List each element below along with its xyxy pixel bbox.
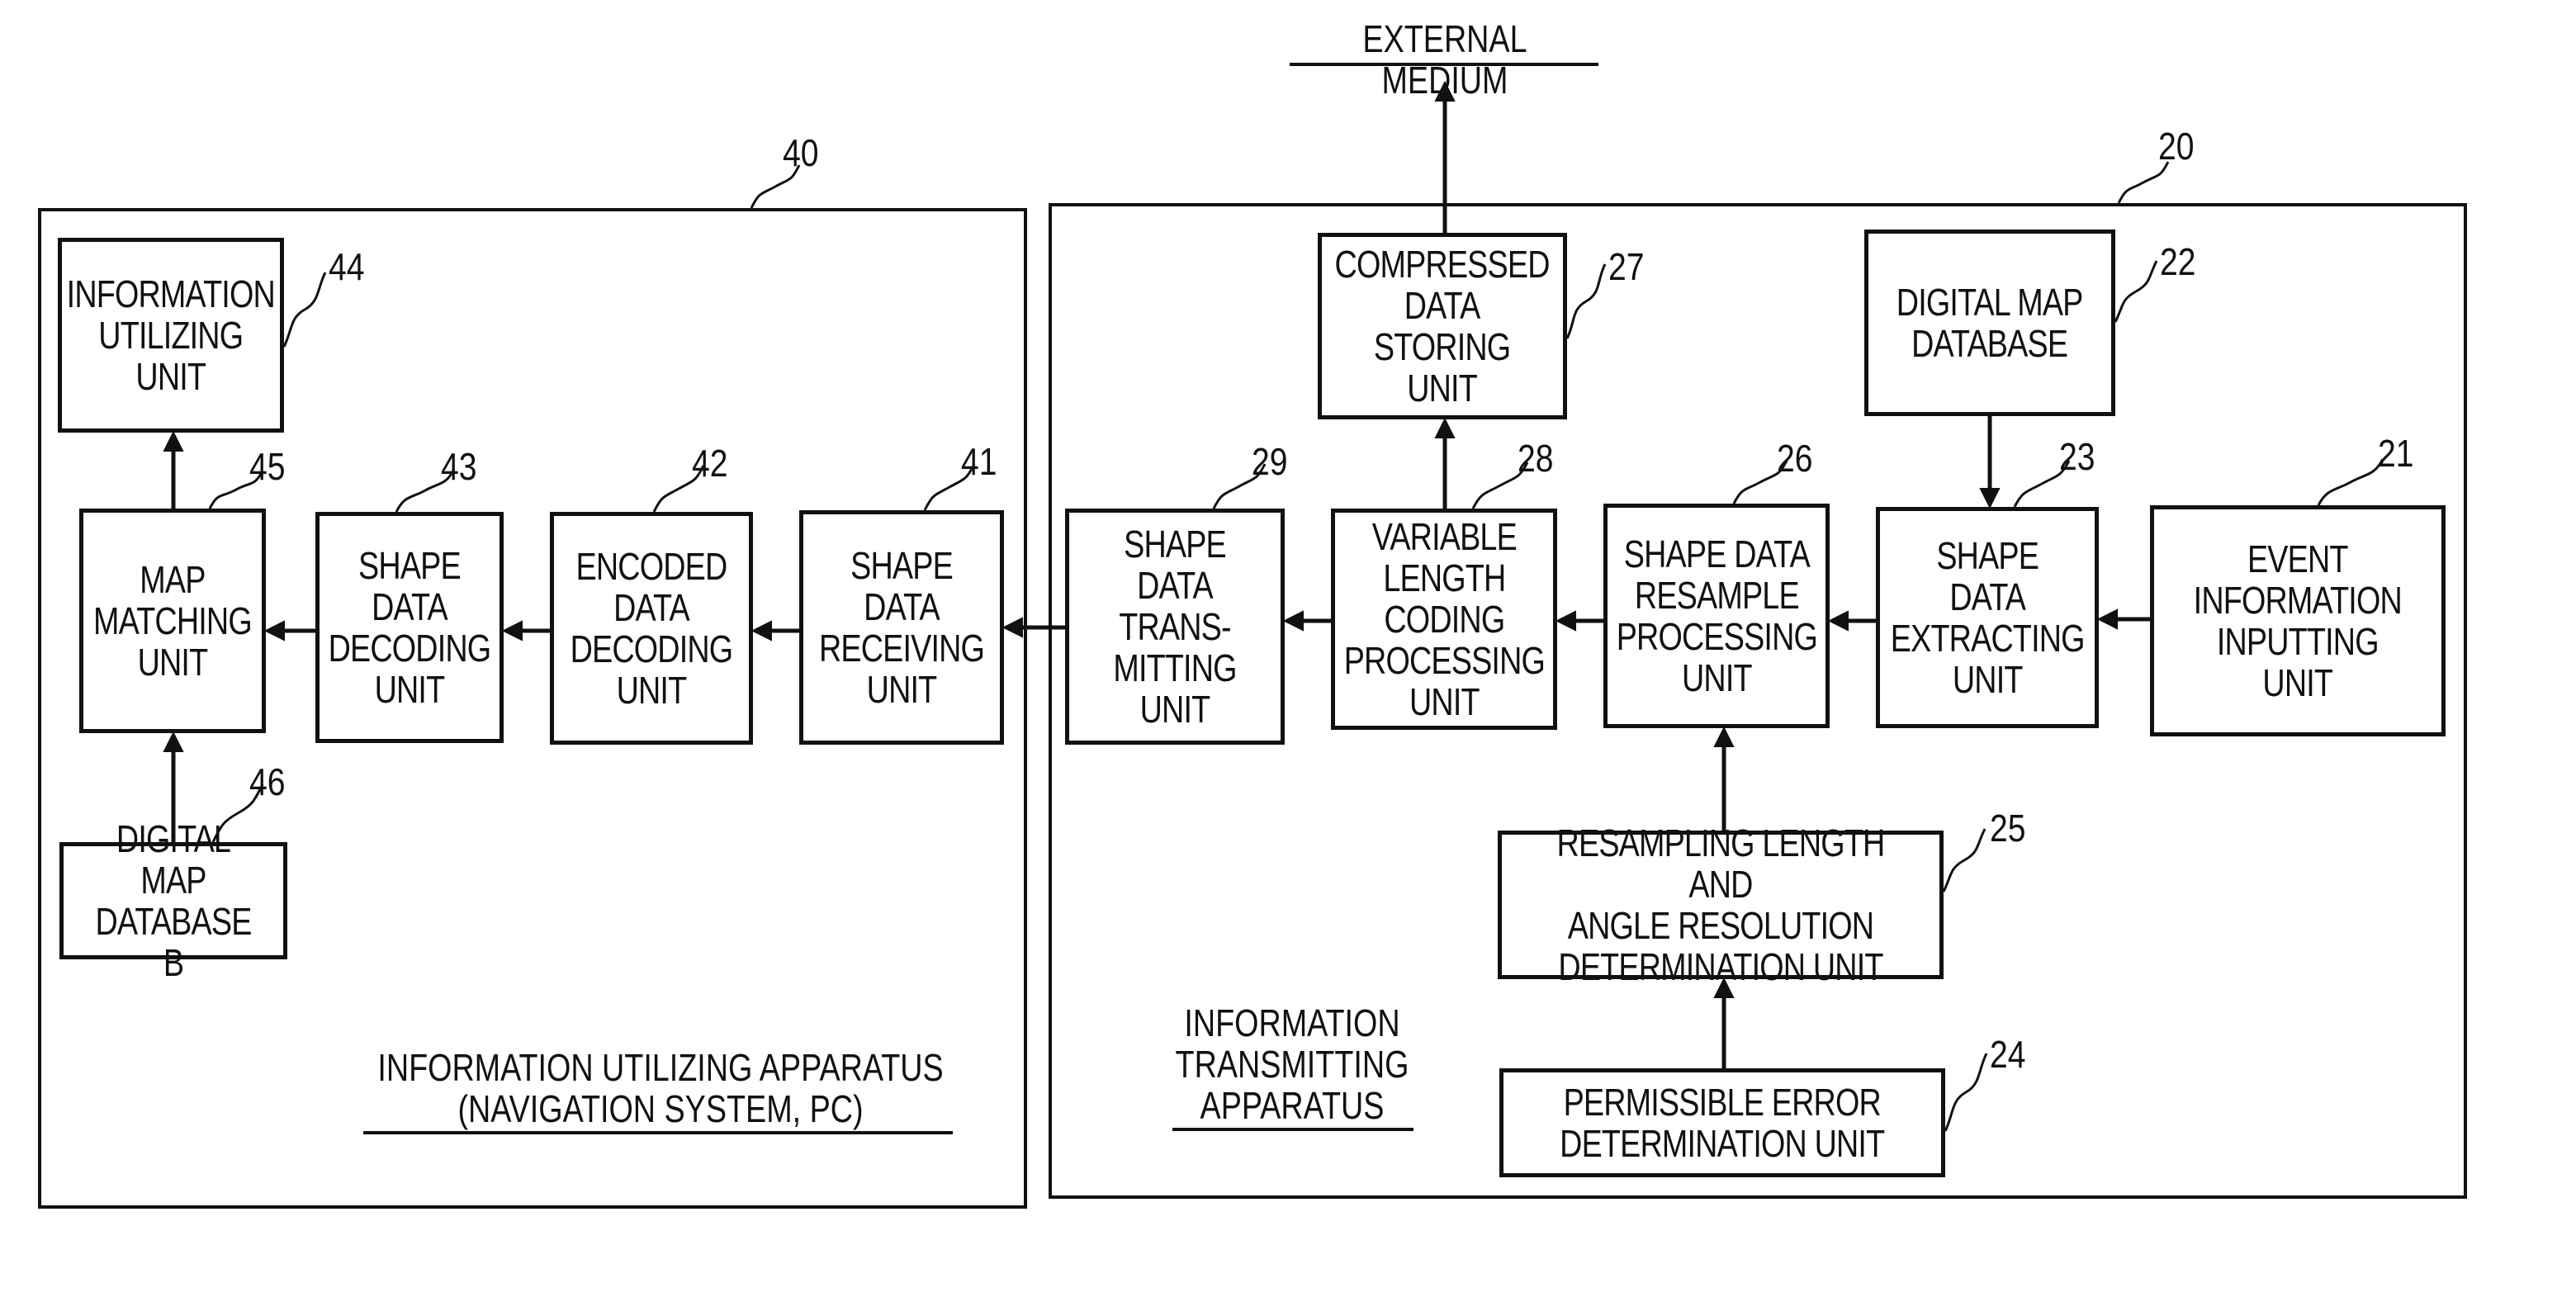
arrow-42-to-43-arrowhead: [501, 620, 523, 641]
connections-layer: [163, 80, 2384, 1132]
leader-42: [652, 465, 705, 513]
arrow-21-to-23-arrowhead: [2096, 608, 2118, 630]
arrow-28-to-29-arrowhead: [1282, 610, 1304, 632]
leader-20: [2117, 161, 2170, 204]
leader-25: [1942, 828, 1986, 892]
arrow-23-to-26-arrowhead: [1827, 610, 1849, 632]
leader-43: [395, 468, 456, 513]
arrow-22-to-23-arrowhead: [1979, 488, 2001, 509]
leader-24: [1944, 1053, 1988, 1132]
leader-41: [923, 463, 976, 511]
arrow-25-to-26-arrowhead: [1713, 726, 1735, 747]
arrow-24-to-25-arrowhead: [1713, 977, 1735, 998]
leader-45: [208, 470, 264, 509]
leader-28: [1471, 462, 1529, 509]
leader-40: [750, 164, 801, 209]
arrow-28-to-27-arrowhead: [1434, 417, 1456, 438]
leader-27: [1565, 263, 1607, 339]
leader-46: [211, 783, 264, 843]
arrow-29-to-41-arrowhead: [1002, 617, 1023, 638]
arrow-45-to-44-arrowhead: [163, 430, 184, 452]
arrow-41-to-42-arrowhead: [751, 620, 772, 641]
arrow-46-to-45-arrowhead: [163, 731, 184, 752]
block-diagram: EXTERNAL MEDIUM 40 20 INFORMATION UTILIZ…: [0, 0, 2576, 1316]
leader-44: [282, 272, 327, 348]
leader-26: [1732, 460, 1788, 504]
arrow-27-to-external-medium-arrowhead: [1434, 80, 1456, 102]
arrow-26-to-28-arrowhead: [1555, 610, 1576, 632]
leader-29: [1212, 463, 1267, 509]
leader-23: [2013, 460, 2071, 508]
arrow-43-to-45-arrowhead: [263, 620, 285, 641]
leader-21: [2317, 458, 2384, 506]
leader-22: [2114, 260, 2158, 323]
